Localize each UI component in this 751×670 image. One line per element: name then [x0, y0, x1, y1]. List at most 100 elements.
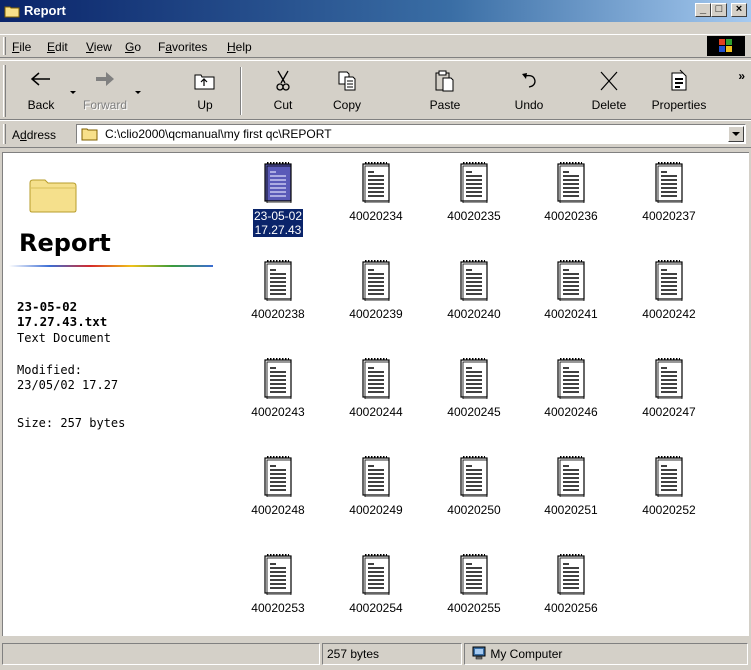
- folder-title: Report: [19, 229, 111, 257]
- title-bar[interactable]: Report _ □ ×: [0, 0, 751, 22]
- text-document-icon: [460, 456, 488, 497]
- menu-edit[interactable]: Edit: [47, 40, 68, 54]
- toolbar: Back Forward Up Cut Copy Paste Undo Dele…: [0, 60, 751, 120]
- delete-label: Delete: [591, 98, 627, 112]
- menu-help[interactable]: Help: [227, 40, 252, 54]
- text-document-icon: [264, 260, 292, 301]
- selected-file-type: Text Document: [17, 331, 111, 345]
- address-path: C:\clio2000\qcmanual\my first qc\REPORT: [105, 127, 332, 141]
- undo-label: Undo: [514, 98, 544, 112]
- file-item[interactable]: 40020240: [431, 257, 517, 347]
- file-name-label: 40020241: [544, 307, 598, 321]
- menu-go[interactable]: Go: [125, 40, 141, 54]
- copy-label: Copy: [332, 98, 361, 112]
- file-item[interactable]: 40020239: [333, 257, 419, 347]
- menu-file[interactable]: File: [12, 40, 31, 54]
- file-item[interactable]: 40020248: [235, 453, 321, 543]
- status-text-panel: [2, 643, 320, 665]
- menu-grip[interactable]: [3, 37, 6, 55]
- file-item[interactable]: 40020247: [626, 355, 712, 445]
- paste-icon: [435, 70, 454, 92]
- text-document-icon: [655, 456, 683, 497]
- forward-button[interactable]: Forward: [78, 65, 132, 117]
- toolbar-more-chevron[interactable]: »: [738, 69, 745, 83]
- file-item[interactable]: 40020242: [626, 257, 712, 347]
- minimize-icon: _: [699, 3, 707, 15]
- text-document-icon: [362, 162, 390, 203]
- text-document-icon: [460, 260, 488, 301]
- file-item[interactable]: 40020237: [626, 159, 712, 249]
- file-item[interactable]: 40020241: [528, 257, 614, 347]
- file-name-label: 40020238: [251, 307, 305, 321]
- close-button[interactable]: ×: [731, 3, 747, 17]
- folder-icon: [4, 6, 20, 18]
- file-item[interactable]: 40020244: [333, 355, 419, 445]
- web-view-info-pane: Report 23-05-02 17.27.43.txt Text Docume…: [3, 153, 223, 635]
- file-item[interactable]: 40020250: [431, 453, 517, 543]
- forward-arrow-icon: [96, 72, 114, 86]
- copy-button[interactable]: Copy: [320, 65, 374, 117]
- undo-button[interactable]: Undo: [502, 65, 556, 117]
- delete-x-icon: [600, 71, 618, 91]
- file-item[interactable]: 40020245: [431, 355, 517, 445]
- back-arrow-icon: [30, 72, 50, 86]
- folder-view[interactable]: Report 23-05-02 17.27.43.txt Text Docume…: [2, 152, 749, 636]
- folder-large-icon: [29, 179, 77, 213]
- properties-label: Properties: [651, 98, 707, 112]
- file-item[interactable]: 40020254: [333, 551, 419, 636]
- file-item[interactable]: 40020253: [235, 551, 321, 636]
- file-name-label: 40020254: [349, 601, 403, 615]
- text-document-icon: [264, 358, 292, 399]
- close-icon: ×: [735, 3, 743, 15]
- file-name-label: 40020245: [447, 405, 501, 419]
- file-item[interactable]: 40020252: [626, 453, 712, 543]
- address-input[interactable]: C:\clio2000\qcmanual\my first qc\REPORT: [76, 124, 746, 144]
- status-size: 257 bytes: [322, 643, 462, 665]
- window-title: Report: [24, 3, 66, 18]
- address-grip[interactable]: [3, 124, 6, 144]
- back-label: Back: [27, 98, 55, 112]
- paste-button[interactable]: Paste: [418, 65, 472, 117]
- explorer-window: Report _ □ × File Edit View Go Favorites Help: [0, 0, 751, 670]
- file-item[interactable]: 40020246: [528, 355, 614, 445]
- file-item[interactable]: 40020243: [235, 355, 321, 445]
- file-name-label: 40020237: [642, 209, 696, 223]
- text-document-icon: [264, 554, 292, 595]
- back-dropdown-icon[interactable]: [70, 91, 76, 94]
- delete-button[interactable]: Delete: [582, 65, 636, 117]
- text-document-icon: [460, 162, 488, 203]
- cut-button[interactable]: Cut: [256, 65, 310, 117]
- back-button[interactable]: Back: [14, 65, 68, 117]
- file-item[interactable]: 40020256: [528, 551, 614, 636]
- properties-icon: [671, 69, 687, 91]
- text-document-icon: [460, 358, 488, 399]
- toolbar-grip[interactable]: [3, 65, 6, 117]
- file-name-label: 40020255: [447, 601, 501, 615]
- folder-icon: [81, 128, 98, 141]
- text-document-icon: [264, 456, 292, 497]
- text-document-icon: [655, 260, 683, 301]
- paste-label: Paste: [429, 98, 461, 112]
- file-item[interactable]: 40020238: [235, 257, 321, 347]
- properties-button[interactable]: Properties: [644, 65, 714, 117]
- file-name-label: 40020239: [349, 307, 403, 321]
- menu-view[interactable]: View: [86, 40, 112, 54]
- minimize-button[interactable]: _: [695, 3, 711, 17]
- file-name-label: 40020240: [447, 307, 501, 321]
- file-item[interactable]: 40020249: [333, 453, 419, 543]
- status-zone: My Computer: [464, 643, 748, 665]
- file-item[interactable]: 40020236: [528, 159, 614, 249]
- maximize-button[interactable]: □: [711, 3, 727, 17]
- address-dropdown-button[interactable]: [728, 126, 744, 142]
- modified-date: 23/05/02 17.27: [17, 378, 119, 392]
- file-item[interactable]: 40020234: [333, 159, 419, 249]
- copy-icon: [338, 71, 356, 91]
- file-item[interactable]: 23-05-02 17.27.43: [235, 159, 321, 249]
- text-document-icon: [557, 456, 585, 497]
- forward-dropdown-icon[interactable]: [135, 91, 141, 94]
- up-button[interactable]: Up: [178, 65, 232, 117]
- file-item[interactable]: 40020251: [528, 453, 614, 543]
- file-item[interactable]: 40020235: [431, 159, 517, 249]
- file-item[interactable]: 40020255: [431, 551, 517, 636]
- menu-favorites[interactable]: Favorites: [158, 40, 207, 54]
